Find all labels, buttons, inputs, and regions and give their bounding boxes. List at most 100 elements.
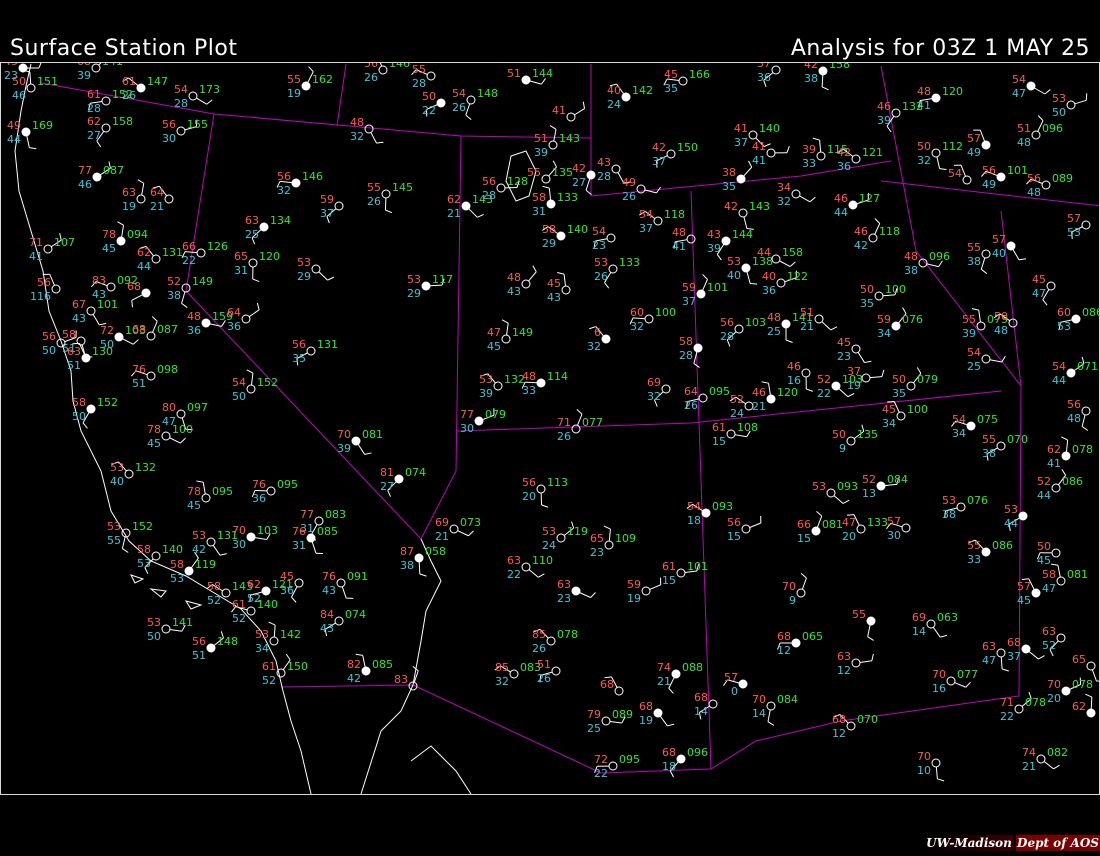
station-circle [848,200,858,210]
wind-feather [702,274,708,280]
station-circle [996,172,1006,182]
station-circle [671,669,681,679]
dewpoint-label: 45 [102,242,116,255]
station-model: 5425 [967,346,1006,373]
dewpoint-label: 44 [137,260,151,273]
station-circle [644,314,654,324]
pressure-label: 151 [37,75,58,88]
temperature-label: 72 [594,753,608,766]
station-model: 7730 079 [460,408,506,435]
station-model: 5829 140 [541,223,588,250]
dewpoint-label: 35 [892,387,906,400]
station-circle [693,343,703,353]
wind-feather [816,511,823,517]
ca-nv-border [185,290,422,540]
pressure-label: 074 [405,466,426,479]
wind-barb [859,660,872,663]
wind-feather [132,339,139,345]
temperature-label: 53 [192,529,206,542]
dewpoint-label: 26 [452,101,466,114]
wind-barb [978,310,981,323]
station-circle [608,761,618,771]
wind-feather [419,573,427,577]
temperature-label: 83 [92,274,106,287]
dewpoint-label: 26 [594,270,608,283]
station-model: 53 093 [812,480,858,504]
station-model: 5035 079 [892,367,938,400]
temperature-label: 68 [694,691,708,704]
pressure-label: 083 [325,508,346,521]
pressure-label: 118 [879,225,900,238]
station-model: 7030 103 [232,524,278,551]
station-circle [556,231,566,241]
temperature-label: 56 [727,516,741,529]
station-model: 5745 [1017,578,1041,607]
temperature-label: 78 [147,423,161,436]
station-model: 5022 [422,90,446,117]
dewpoint-label: 35 [860,297,874,310]
temperature-label: 68 [132,323,146,336]
wind-barb [29,72,32,85]
island-3 [130,574,145,584]
station-circle [653,708,663,718]
temperature-label: 48 [507,271,521,284]
pressure-label: 089 [1052,172,1073,185]
dewpoint-label: 50 [72,410,86,423]
station-model: 5350 141 [147,616,193,643]
pressure-label: 093 [837,480,858,493]
station-circle [791,638,801,648]
station-model: 5937 [320,193,344,224]
temperature-label: 70 [932,668,946,681]
station-model: 7014 084 [752,693,798,726]
station-model: 7122 078 [1000,691,1046,723]
temperature-label: 53 [107,520,121,533]
station-circle [201,318,211,328]
temperature-label: 69 [647,376,661,389]
wind-barb [121,536,126,549]
station-model: 5046 151 [12,69,58,102]
dewpoint-label: 20 [842,530,856,543]
station-circle [1018,511,1028,521]
station-circle [896,411,906,421]
wind-barb [767,709,771,722]
station-circle [791,189,801,199]
dewpoint-label: 35 [292,352,306,365]
pressure-label: 173 [199,83,220,96]
dewpoint-label: 30 [887,529,901,542]
station-model: 4534 100 [882,401,928,430]
wind-barb [26,135,30,148]
dewpoint-label: 28 [482,189,496,202]
temperature-label: 63 [507,554,521,567]
wind-barb [579,592,591,598]
dewpoint-label: 52 [207,594,221,607]
pressure-label: 158 [112,115,133,128]
stations-layer: 4523683914150461516126147612815262271584… [4,63,1099,782]
dewpoint-label: 45 [147,437,161,450]
temperature-label: 59 [877,313,891,326]
dewpoint-label: 19 [122,200,136,213]
wind-feather [864,360,872,364]
station-model: 709 [782,573,807,607]
temperature-label: 61 [232,598,246,611]
pressure-label: 118 [664,208,685,221]
wind-feather [1044,89,1051,95]
wind-barb [529,80,542,85]
station-circle [571,586,581,596]
temperature-label: 48 [350,116,364,129]
station-circle [931,758,941,768]
station-model: 7643 091 [322,570,368,599]
dewpoint-label: 21 [1022,760,1036,773]
temperature-label: 41 [552,104,566,117]
wind-barb [749,522,762,528]
dewpoint-label: 46 [78,178,92,191]
wind-feather [1050,563,1059,566]
dewpoint-label: 52 [1042,639,1056,652]
pressure-label: 122 [787,270,808,283]
wind-feather [971,308,979,311]
dewpoint-label: 53 [1057,320,1071,333]
wind-feather [1081,426,1089,431]
station-circle [546,636,556,646]
station-model: 5035 100 [860,283,906,310]
dewpoint-label: 41 [1047,457,1061,470]
wind-barb [932,626,941,638]
